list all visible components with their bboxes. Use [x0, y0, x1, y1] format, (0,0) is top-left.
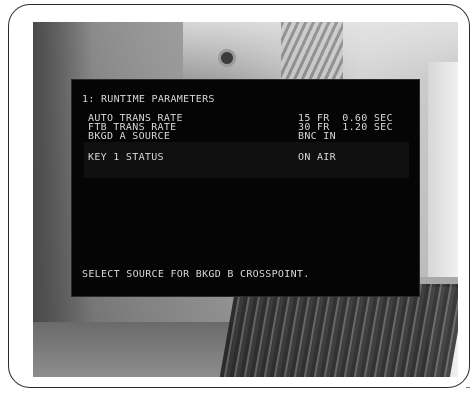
corner-mark	[466, 387, 470, 391]
status-prompt: SELECT SOURCE FOR BKGD B CROSSPOINT.	[82, 269, 310, 280]
equipment-vent	[281, 22, 343, 84]
param-bkgd-a-source-label[interactable]: BKGD A SOURCE	[88, 132, 170, 142]
control-panel-keys	[219, 284, 458, 377]
equipment-knob	[221, 52, 233, 64]
desk-surface	[33, 322, 233, 377]
param-key-1-status-value[interactable]: ON AIR	[298, 153, 336, 163]
param-bkgd-a-source-value[interactable]: BNC IN	[298, 132, 336, 142]
param-key-1-status-label[interactable]: KEY 1 STATUS	[88, 153, 164, 163]
menu-title: 1: RUNTIME PARAMETERS	[82, 94, 215, 105]
osd-menu-screen: 1: RUNTIME PARAMETERS AUTO TRANS RATE 15…	[72, 80, 419, 296]
